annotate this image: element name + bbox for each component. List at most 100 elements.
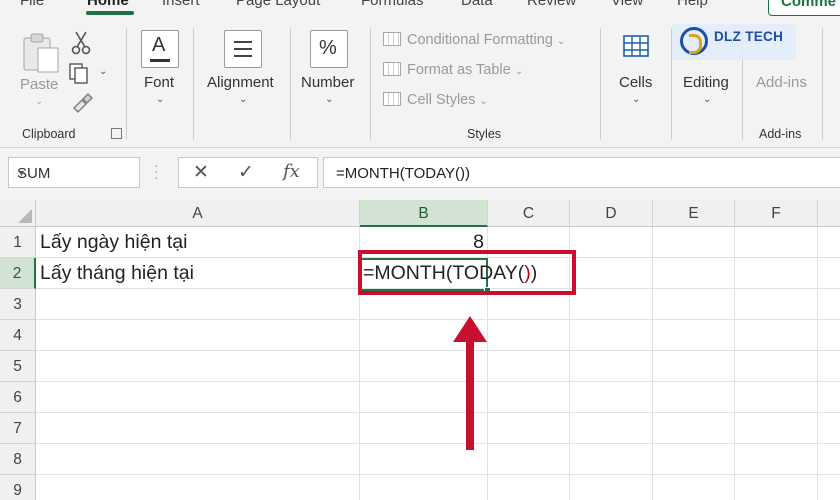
gridline <box>652 227 653 500</box>
row-header-5[interactable]: 5 <box>0 351 36 382</box>
enter-formula-icon[interactable]: ✓ <box>238 161 254 184</box>
tab-formulas[interactable]: Formulas <box>361 0 424 9</box>
row-header-3[interactable]: 3 <box>0 289 36 320</box>
gridline <box>36 443 840 444</box>
dlz-tech-logo: DLZ TECH <box>672 24 796 60</box>
column-header-f[interactable]: F <box>735 200 818 227</box>
formula-bar-grip-icon[interactable]: · · · <box>154 158 159 184</box>
paste-label: Paste <box>20 76 59 93</box>
alignment-icon <box>224 30 262 68</box>
tab-data[interactable]: Data <box>461 0 493 9</box>
editing-chevron-icon: ⌄ <box>703 94 712 105</box>
cut-icon[interactable] <box>70 30 92 56</box>
column-header-partial[interactable] <box>818 200 840 227</box>
paste-icon <box>23 33 59 73</box>
worksheet-grid: A B C D E F 1 2 3 4 5 6 7 8 9 Lấy ngày h… <box>0 200 840 500</box>
cancel-formula-icon[interactable]: ✕ <box>193 161 209 184</box>
gridline <box>36 412 840 413</box>
row-header-6[interactable]: 6 <box>0 382 36 413</box>
ribbon-separator <box>600 28 601 140</box>
formula-bar-buttons: ✕ ✓ fx <box>178 157 318 188</box>
tab-file[interactable]: File <box>20 0 44 9</box>
paste-chevron-icon: ⌄ <box>35 96 44 107</box>
copy-icon[interactable] <box>68 62 94 84</box>
row-header-2[interactable]: 2 <box>0 258 36 289</box>
addins-label: Add-ins <box>756 74 807 91</box>
tab-page-layout[interactable]: Page Layout <box>236 0 320 9</box>
name-box-dropdown-icon[interactable]: ▼ <box>17 168 131 178</box>
styles-group-label: Styles <box>467 127 502 141</box>
number-chevron-icon: ⌄ <box>325 94 334 105</box>
conditional-formatting-icon <box>383 32 401 46</box>
row-header-7[interactable]: 7 <box>0 413 36 444</box>
gridline <box>36 474 840 475</box>
clipboard-launcher-icon[interactable] <box>111 128 122 139</box>
addins-group-label: Add-ins <box>759 127 802 141</box>
number-label: Number <box>301 74 355 91</box>
row-header-9[interactable]: 9 <box>0 475 36 500</box>
ribbon-tab-bar: File Home Insert Page Layout Formulas Da… <box>0 0 840 16</box>
insert-function-icon[interactable]: fx <box>283 161 300 182</box>
cell-b2-editing[interactable]: =MONTH(TODAY()) <box>363 262 537 285</box>
paste-button[interactable]: Paste ⌄ <box>14 30 64 112</box>
gridline <box>817 227 818 500</box>
alignment-button[interactable]: Alignment ⌄ <box>204 26 284 116</box>
row-header-8[interactable]: 8 <box>0 444 36 475</box>
cell-styles-icon <box>383 92 401 106</box>
cells-chevron-icon: ⌄ <box>632 94 641 105</box>
dlz-logo-mark-icon <box>680 27 708 55</box>
number-button[interactable]: % Number ⌄ <box>299 26 363 116</box>
cell-styles-button[interactable]: Cell Styles ⌄ <box>383 92 488 108</box>
formula-bar: SUM ▼ · · · ✕ ✓ fx =MONTH(TODAY()) <box>0 148 840 200</box>
cell-a1[interactable]: Lấy ngày hiện tại <box>40 231 187 254</box>
cells-icon <box>623 35 649 57</box>
column-header-b[interactable]: B <box>360 200 488 227</box>
cell-b2-formula-text: =MONTH(TODAY( <box>363 262 525 284</box>
cell-b2-closing-paren: ) <box>530 262 538 284</box>
select-all-button[interactable] <box>0 200 36 227</box>
clipboard-group-label: Clipboard <box>22 127 76 141</box>
cells-button[interactable]: Cells ⌄ <box>612 30 660 116</box>
annotation-arrow-shaft <box>466 330 474 450</box>
alignment-chevron-icon: ⌄ <box>239 94 248 105</box>
ribbon-separator <box>290 28 291 140</box>
cells-label: Cells <box>619 74 653 91</box>
ribbon-separator <box>126 28 127 140</box>
row-header-4[interactable]: 4 <box>0 320 36 351</box>
editing-label: Editing <box>683 74 729 91</box>
copy-chevron-icon[interactable]: ⌄ <box>99 66 107 77</box>
column-header-e[interactable]: E <box>653 200 735 227</box>
gridline <box>36 319 840 320</box>
gridline <box>734 227 735 500</box>
tab-insert[interactable]: Insert <box>162 0 200 9</box>
alignment-label: Alignment <box>207 74 274 91</box>
active-tab-indicator <box>86 11 134 15</box>
gridline <box>36 350 840 351</box>
formula-input[interactable]: =MONTH(TODAY()) <box>323 157 840 188</box>
format-as-table-icon <box>383 62 401 76</box>
font-chevron-icon: ⌄ <box>156 94 165 105</box>
tab-review[interactable]: Review <box>527 0 576 9</box>
comments-button[interactable]: Comme <box>768 0 840 16</box>
font-label: Font <box>144 74 175 91</box>
tab-view[interactable]: View <box>611 0 643 9</box>
tab-home[interactable]: Home <box>87 0 129 9</box>
column-header-d[interactable]: D <box>570 200 653 227</box>
format-as-table-button[interactable]: Format as Table ⌄ <box>383 62 523 78</box>
font-icon: A <box>141 30 179 68</box>
ribbon-separator <box>370 28 371 140</box>
ribbon-separator <box>822 28 823 140</box>
cell-a2[interactable]: Lấy tháng hiện tại <box>40 262 194 285</box>
format-painter-icon[interactable] <box>70 92 94 114</box>
comments-label: Comme <box>781 0 837 10</box>
column-header-a[interactable]: A <box>36 200 360 227</box>
gridline <box>36 381 840 382</box>
ribbon-separator <box>193 28 194 140</box>
column-header-c[interactable]: C <box>488 200 570 227</box>
tab-help[interactable]: Help <box>677 0 708 9</box>
font-button[interactable]: A Font ⌄ <box>137 26 185 116</box>
number-format-icon: % <box>310 30 348 68</box>
conditional-formatting-button[interactable]: Conditional Formatting ⌄ <box>383 32 565 48</box>
row-header-1[interactable]: 1 <box>0 227 36 258</box>
name-box[interactable]: SUM ▼ <box>8 157 140 188</box>
